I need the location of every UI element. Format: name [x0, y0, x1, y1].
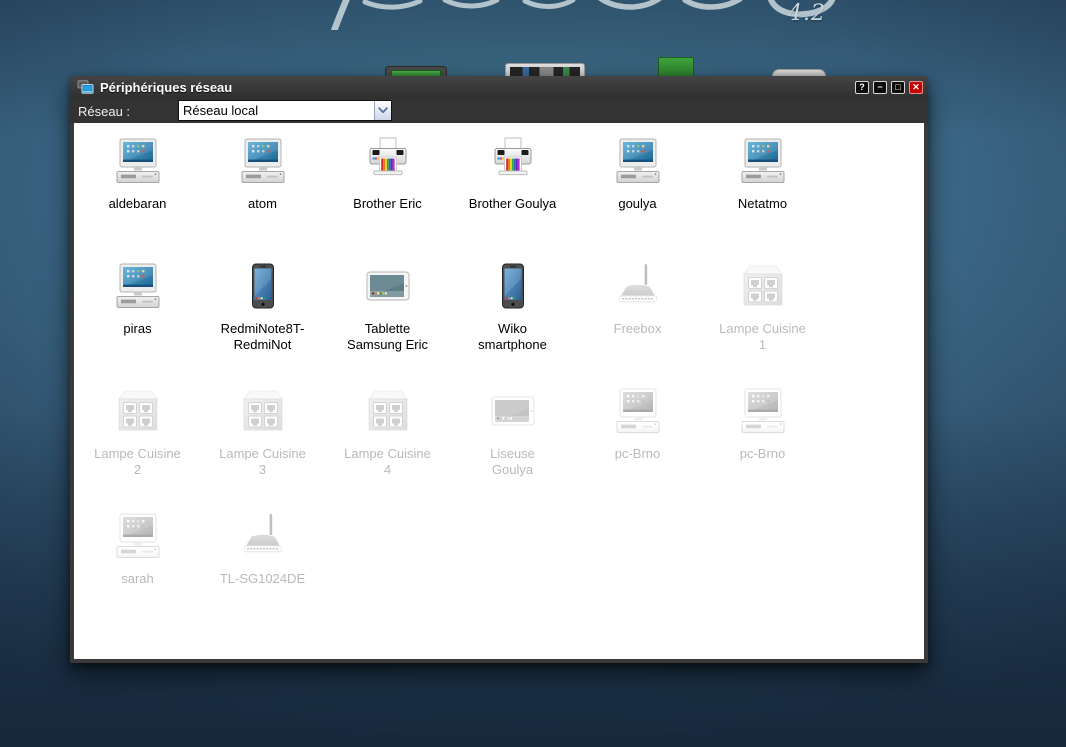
- device-label: Lampe Cuisine 2: [94, 446, 181, 478]
- wallpaper-version: 4.2: [788, 1, 826, 26]
- smartphone-icon: [488, 261, 538, 311]
- device-label: goulya: [618, 196, 656, 212]
- device-item[interactable]: Lampe Cuisine 2: [75, 386, 200, 511]
- device-item[interactable]: aldebaran: [75, 136, 200, 261]
- device-item[interactable]: sarah: [75, 511, 200, 636]
- device-label: Liseuse Goulya: [490, 446, 535, 478]
- device-item[interactable]: Tablette Samsung Eric: [325, 261, 450, 386]
- ethernet-switch-icon: [738, 261, 788, 311]
- desktop-computer-icon: [738, 136, 788, 186]
- device-item[interactable]: TL-SG1024DE: [200, 511, 325, 636]
- device-label: Netatmo: [738, 196, 787, 212]
- device-label: Brother Goulya: [469, 196, 556, 212]
- network-devices-icon: [77, 80, 94, 95]
- device-item[interactable]: RedmiNote8T- RedmiNot: [200, 261, 325, 386]
- network-select-value: Réseau local: [179, 103, 258, 118]
- device-label: aldebaran: [109, 196, 167, 212]
- ethernet-switch-icon: [238, 386, 288, 436]
- maximize-button[interactable]: □: [891, 81, 905, 94]
- network-row: Réseau : Réseau local: [70, 99, 928, 123]
- window-titlebar[interactable]: Périphériques réseau ? − □ ✕: [70, 76, 928, 99]
- device-item[interactable]: atom: [200, 136, 325, 261]
- device-item[interactable]: Wiko smartphone: [450, 261, 575, 386]
- device-item[interactable]: Netatmo: [700, 136, 825, 261]
- device-item[interactable]: Brother Goulya: [450, 136, 575, 261]
- device-label: Brother Eric: [353, 196, 422, 212]
- network-select[interactable]: Réseau local: [178, 100, 392, 121]
- window-controls: ? − □ ✕: [855, 81, 923, 94]
- tablet-icon: [363, 261, 413, 311]
- desktop-computer-icon: [738, 386, 788, 436]
- device-item[interactable]: Lampe Cuisine 4: [325, 386, 450, 511]
- desktop-computer-icon: [113, 136, 163, 186]
- device-label: Freebox: [614, 321, 662, 337]
- printer-icon: [363, 136, 413, 186]
- ethernet-switch-icon: [363, 386, 413, 436]
- desktop-computer-icon: [113, 511, 163, 561]
- device-label: RedmiNote8T- RedmiNot: [221, 321, 305, 353]
- desktop-icon[interactable]: [505, 63, 585, 77]
- device-label: TL-SG1024DE: [220, 571, 305, 587]
- device-label: piras: [123, 321, 151, 337]
- network-devices-window: Périphériques réseau ? − □ ✕ Réseau : Ré…: [70, 76, 928, 663]
- device-item[interactable]: Lampe Cuisine 3: [200, 386, 325, 511]
- desktop-computer-icon: [613, 136, 663, 186]
- device-item[interactable]: Lampe Cuisine 1: [700, 261, 825, 386]
- device-label: Lampe Cuisine 3: [219, 446, 306, 478]
- desktop-computer-icon: [113, 261, 163, 311]
- device-item[interactable]: pc-Brno: [575, 386, 700, 511]
- minimize-button[interactable]: −: [873, 81, 887, 94]
- device-label: pc-Brno: [615, 446, 661, 462]
- desktop-computer-icon: [238, 136, 288, 186]
- device-grid: aldebaran atom Brother Eric Bro: [74, 123, 826, 636]
- network-label: Réseau :: [78, 104, 130, 119]
- device-label: Lampe Cuisine 4: [344, 446, 431, 478]
- printer-icon: [488, 136, 538, 186]
- device-label: Tablette Samsung Eric: [347, 321, 428, 353]
- router-icon: [238, 511, 288, 561]
- desktop-icon[interactable]: [658, 57, 694, 77]
- device-item[interactable]: pc-Brno: [700, 386, 825, 511]
- ethernet-switch-icon: [113, 386, 163, 436]
- close-button[interactable]: ✕: [909, 81, 923, 94]
- device-item[interactable]: Liseuse Goulya: [450, 386, 575, 511]
- device-label: Lampe Cuisine 1: [719, 321, 806, 353]
- tablet-icon: [488, 386, 538, 436]
- wallpaper-script-logo: [325, 0, 845, 30]
- device-label: Wiko smartphone: [478, 321, 547, 353]
- device-label: atom: [248, 196, 277, 212]
- help-button[interactable]: ?: [855, 81, 869, 94]
- window-title: Périphériques réseau: [100, 80, 232, 95]
- device-label: pc-Brno: [740, 446, 786, 462]
- device-item[interactable]: Brother Eric: [325, 136, 450, 261]
- device-label: sarah: [121, 571, 154, 587]
- smartphone-icon: [238, 261, 288, 311]
- desktop-computer-icon: [613, 386, 663, 436]
- device-item[interactable]: Freebox: [575, 261, 700, 386]
- window-content: aldebaran atom Brother Eric Bro: [74, 123, 924, 659]
- device-item[interactable]: piras: [75, 261, 200, 386]
- router-icon: [613, 261, 663, 311]
- chevron-down-icon[interactable]: [374, 101, 391, 120]
- device-item[interactable]: goulya: [575, 136, 700, 261]
